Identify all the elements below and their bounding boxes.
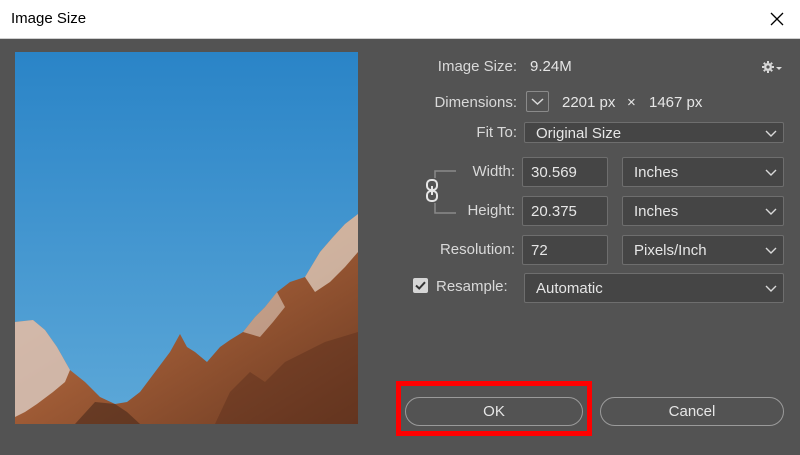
checkmark-icon xyxy=(415,281,426,290)
fit-to-label: Fit To: xyxy=(476,124,517,141)
image-preview[interactable] xyxy=(15,52,358,424)
chevron-down-icon xyxy=(765,208,777,215)
gear-icon xyxy=(762,61,782,73)
close-button[interactable] xyxy=(754,0,800,38)
height-unit-value: Inches xyxy=(634,203,679,220)
dimensions-units-toggle[interactable] xyxy=(526,91,549,112)
preview-photo xyxy=(15,52,358,424)
settings-gear-button[interactable] xyxy=(760,58,782,76)
chevron-down-icon xyxy=(531,98,544,106)
width-unit-value: Inches xyxy=(634,164,679,181)
close-icon xyxy=(770,12,784,26)
chevron-down-icon xyxy=(765,285,777,292)
fit-to-value: Original Size xyxy=(536,125,622,142)
width-input[interactable]: 30.569 xyxy=(522,157,608,187)
dimensions-height-px: 1467 px xyxy=(649,94,703,111)
height-unit-select[interactable]: Inches xyxy=(622,196,784,226)
chevron-down-icon xyxy=(765,130,777,137)
dimensions-label: Dimensions: xyxy=(434,94,517,111)
ok-button[interactable]: OK xyxy=(405,397,583,426)
resample-value: Automatic xyxy=(536,280,603,297)
resample-label: Resample: xyxy=(436,278,508,295)
width-label: Width: xyxy=(472,163,515,180)
resolution-input[interactable]: 72 xyxy=(522,235,608,265)
width-unit-select[interactable]: Inches xyxy=(622,157,784,187)
title-bar: Image Size xyxy=(0,0,800,39)
image-size-dialog: Image Size Image Size: 9.24M Dimensions:… xyxy=(0,0,800,455)
chevron-down-icon xyxy=(765,247,777,254)
resolution-unit-value: Pixels/Inch xyxy=(634,242,707,259)
cancel-button[interactable]: Cancel xyxy=(600,397,784,426)
resample-checkbox[interactable] xyxy=(413,278,428,293)
dialog-title: Image Size xyxy=(11,10,87,27)
resample-select[interactable]: Automatic xyxy=(524,273,784,303)
fit-to-select[interactable]: Original Size xyxy=(524,122,784,143)
resolution-unit-select[interactable]: Pixels/Inch xyxy=(622,235,784,265)
chevron-down-icon xyxy=(765,169,777,176)
constrain-proportions-toggle[interactable] xyxy=(423,178,441,203)
dimensions-width-px: 2201 px xyxy=(562,94,616,111)
height-input[interactable]: 20.375 xyxy=(522,196,608,226)
height-label: Height: xyxy=(467,202,515,219)
image-size-value: 9.24M xyxy=(530,58,572,75)
image-size-label: Image Size: xyxy=(437,58,517,75)
link-icon xyxy=(426,179,438,202)
dimensions-times: × xyxy=(627,94,636,111)
resolution-label: Resolution: xyxy=(439,241,515,258)
